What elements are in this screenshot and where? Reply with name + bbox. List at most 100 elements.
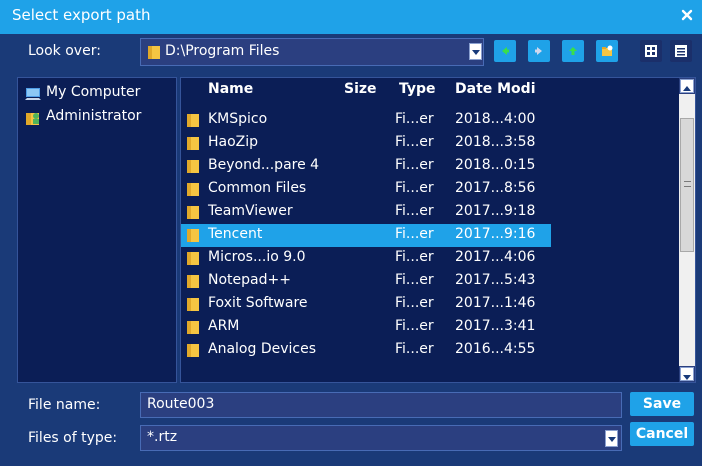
look-over-label: Look over: xyxy=(28,43,101,59)
title-bar: Select export path xyxy=(0,0,702,34)
table-row[interactable]: HaoZip Fi...er 2018...3:58 xyxy=(181,132,551,155)
folder-icon xyxy=(186,251,200,270)
file-type-value: *.rtz xyxy=(147,429,178,445)
folder-icon xyxy=(186,205,200,224)
table-row[interactable]: TeamViewer Fi...er 2017...9:18 xyxy=(181,201,551,224)
sidebar-item-label: Administrator xyxy=(46,108,142,124)
file-date: 2018...0:15 xyxy=(455,157,536,173)
file-name: ARM xyxy=(208,318,240,334)
file-name-label: File name: xyxy=(28,397,101,413)
save-button[interactable]: Save xyxy=(630,392,694,416)
table-row[interactable]: ARM Fi...er 2017...3:41 xyxy=(181,316,551,339)
file-type: Fi...er xyxy=(395,180,434,196)
file-name: Foxit Software xyxy=(208,295,308,311)
dialog-title: Select export path xyxy=(12,6,151,24)
file-type: Fi...er xyxy=(395,134,434,150)
table-row[interactable]: KMSpico Fi...er 2018...4:00 xyxy=(181,109,551,132)
file-type-label: Files of type: xyxy=(28,430,118,446)
file-name: Beyond...pare 4 xyxy=(208,157,320,173)
file-name-input[interactable]: Route003 xyxy=(140,392,622,418)
chevron-down-icon xyxy=(683,375,691,380)
new-folder-icon xyxy=(602,45,613,56)
column-header-type[interactable]: Type xyxy=(399,81,436,97)
file-name: Notepad++ xyxy=(208,272,291,288)
file-name-value: Route003 xyxy=(147,396,215,412)
file-date: 2017...1:46 xyxy=(455,295,536,311)
file-type: Fi...er xyxy=(395,249,434,265)
folder-icon xyxy=(186,297,200,316)
file-date: 2017...9:18 xyxy=(455,203,536,219)
folder-icon xyxy=(186,113,200,132)
file-date: 2017...9:16 xyxy=(455,226,536,242)
folder-icon xyxy=(186,228,200,247)
file-type-select[interactable]: *.rtz xyxy=(140,425,622,451)
file-name: Micros...io 9.0 xyxy=(208,249,306,265)
file-type: Fi...er xyxy=(395,226,434,242)
table-row[interactable]: Common Files Fi...er 2017...8:56 xyxy=(181,178,551,201)
current-path: D:\Program Files xyxy=(165,43,280,59)
close-icon[interactable] xyxy=(678,6,696,24)
list-view-button[interactable] xyxy=(640,40,662,62)
table-row[interactable]: Analog Devices Fi...er 2016...4:55 xyxy=(181,339,551,362)
back-arrow-icon xyxy=(502,47,509,55)
look-over-combobox[interactable]: D:\Program Files xyxy=(140,38,484,66)
grid-view-icon xyxy=(645,45,657,57)
up-folder-button[interactable] xyxy=(562,40,584,62)
file-type: Fi...er xyxy=(395,272,434,288)
export-path-dialog: Select export path Look over: D:\Program… xyxy=(0,0,702,466)
file-date: 2018...3:58 xyxy=(455,134,536,150)
file-type: Fi...er xyxy=(395,157,434,173)
new-folder-button[interactable] xyxy=(596,40,618,62)
column-header-date-modified[interactable]: Date Modi xyxy=(455,81,536,97)
folder-icon xyxy=(186,320,200,339)
sidebar-item-label: My Computer xyxy=(46,84,141,100)
folder-icon xyxy=(186,274,200,293)
file-type: Fi...er xyxy=(395,318,434,334)
file-name: KMSpico xyxy=(208,111,268,127)
folder-icon xyxy=(147,45,161,64)
forward-arrow-icon xyxy=(535,47,542,55)
file-name: Tencent xyxy=(208,226,263,242)
table-row-selected[interactable]: Tencent Fi...er 2017...9:16 xyxy=(181,224,551,247)
scrollbar-thumb[interactable] xyxy=(680,118,694,252)
folder-icon xyxy=(186,136,200,155)
file-date: 2016...4:55 xyxy=(455,341,536,357)
table-row[interactable]: Notepad++ Fi...er 2017...5:43 xyxy=(181,270,551,293)
detail-view-button[interactable] xyxy=(670,40,692,62)
vertical-scrollbar[interactable] xyxy=(679,78,695,382)
table-row[interactable]: Beyond...pare 4 Fi...er 2018...0:15 xyxy=(181,155,551,178)
folder-icon xyxy=(186,182,200,201)
detail-view-icon xyxy=(675,45,687,57)
file-name: Analog Devices xyxy=(208,341,316,357)
folder-icon xyxy=(186,343,200,362)
file-type: Fi...er xyxy=(395,295,434,311)
user-folder-icon xyxy=(24,110,42,130)
file-type: Fi...er xyxy=(395,203,434,219)
file-type-dropdown-button[interactable] xyxy=(605,430,618,447)
scroll-down-button[interactable] xyxy=(680,367,694,381)
table-row[interactable]: Micros...io 9.0 Fi...er 2017...4:06 xyxy=(181,247,551,270)
file-list[interactable]: Name Size Type Date Modi KMSpico Fi...er… xyxy=(180,77,696,383)
scrollbar-grip xyxy=(684,181,691,187)
forward-button[interactable] xyxy=(528,40,550,62)
scrollbar-track[interactable] xyxy=(679,94,695,366)
file-name: TeamViewer xyxy=(208,203,293,219)
places-sidebar: My Computer Administrator xyxy=(17,77,177,383)
file-date: 2018...4:00 xyxy=(455,111,536,127)
column-header-size[interactable]: Size xyxy=(344,81,377,97)
table-row[interactable]: Foxit Software Fi...er 2017...1:46 xyxy=(181,293,551,316)
cancel-button[interactable]: Cancel xyxy=(630,422,694,446)
file-date: 2017...3:41 xyxy=(455,318,536,334)
file-name: HaoZip xyxy=(208,134,259,150)
file-type: Fi...er xyxy=(395,111,434,127)
file-date: 2017...5:43 xyxy=(455,272,536,288)
file-type: Fi...er xyxy=(395,341,434,357)
file-name: Common Files xyxy=(208,180,307,196)
look-over-dropdown-button[interactable] xyxy=(469,43,482,60)
file-date: 2017...4:06 xyxy=(455,249,536,265)
column-header-name[interactable]: Name xyxy=(208,81,253,97)
file-date: 2017...8:56 xyxy=(455,180,536,196)
computer-icon xyxy=(24,86,42,106)
scroll-up-button[interactable] xyxy=(680,79,694,93)
back-button[interactable] xyxy=(494,40,516,62)
